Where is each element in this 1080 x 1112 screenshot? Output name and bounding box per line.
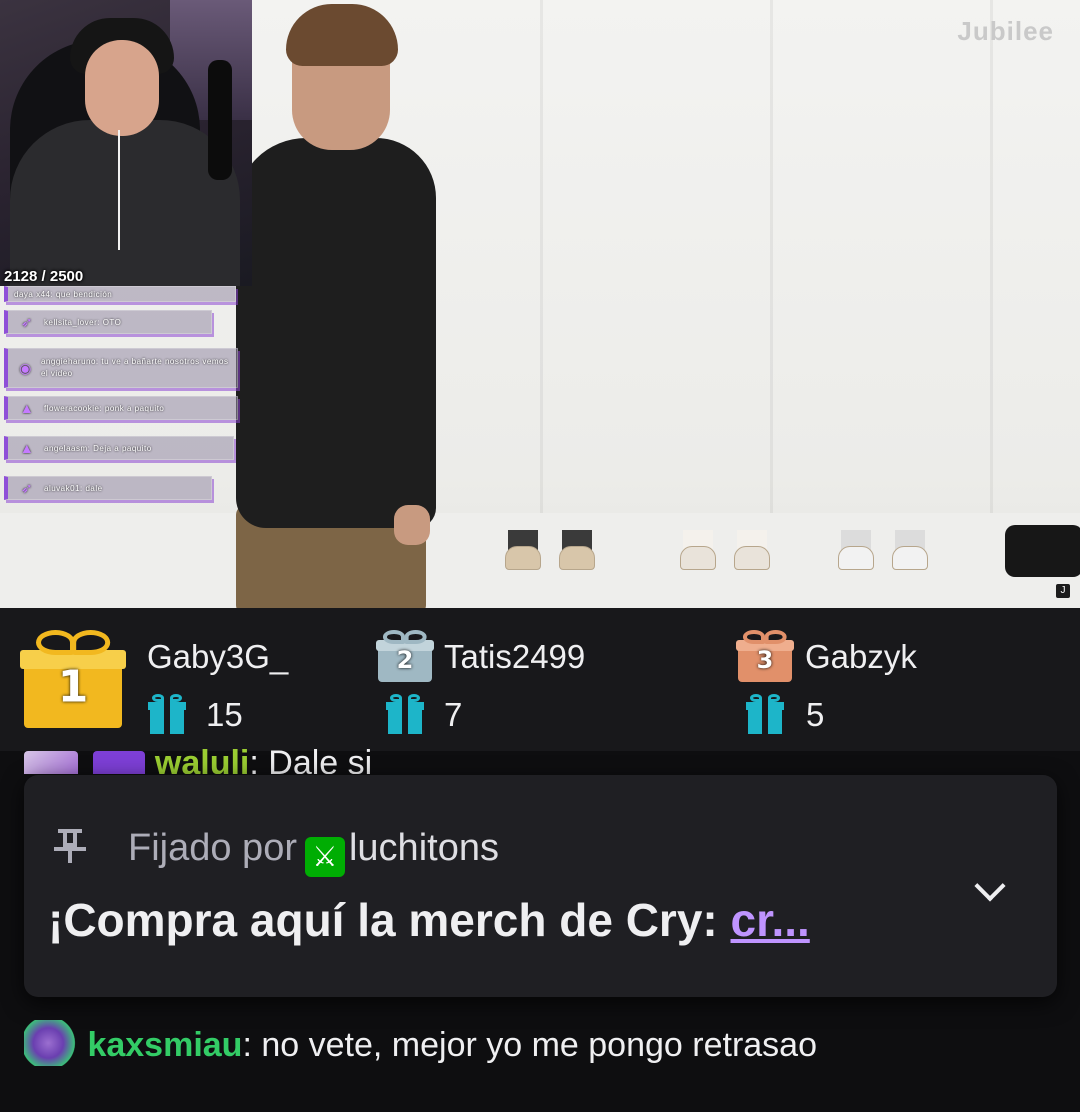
sub-badge-icon <box>93 751 146 774</box>
microphone-icon <box>208 60 232 180</box>
gift-count: 7 <box>444 696 463 733</box>
pin-icon <box>54 827 88 867</box>
rocket-icon: ➶ <box>20 479 34 496</box>
stream-video[interactable]: Jubilee J 2128 / 2500 daya x44: que bend… <box>0 0 1080 608</box>
jubilee-watermark: Jubilee <box>957 16 1054 46</box>
leaderboard-entry-2[interactable]: 2 Tatis2499 7 <box>370 608 730 751</box>
chat-text: Dale si <box>268 744 373 774</box>
pinned-message[interactable]: Fijado por ⚔ luchitons ¡Compra aquí la mer… <box>24 775 1057 997</box>
overlay-chat-message: ➶ kellsita_lover: OTO <box>4 310 212 334</box>
channel-badge-icon: J <box>1056 584 1070 598</box>
gift-leaderboard: 1 Gaby3G_ 15 2 Tatis2499 7 3 Gabzyk 5 <box>0 608 1080 751</box>
gift-sub-icon <box>148 694 186 734</box>
gifter-name[interactable]: Gabzyk <box>805 638 917 676</box>
sub-goal-counter: 2128 / 2500 <box>4 268 84 285</box>
gold-gift-icon: 1 <box>20 630 126 728</box>
gift-count: 15 <box>206 696 243 733</box>
overlay-chat-message: ➶ aluvak01: dale <box>4 476 212 500</box>
moderator-sword-icon: ⚔ <box>304 837 345 877</box>
planet-badge-icon <box>24 1020 78 1066</box>
merch-link[interactable]: cr... <box>731 894 810 946</box>
overlay-chat-message: ◉ anggieharuno: tu ve a bañarte nosotros… <box>4 348 238 388</box>
bits-badge-icon: ▲ <box>19 400 35 416</box>
chat-text: no vete, mejor yo me pongo retrasao <box>261 1026 817 1064</box>
chevron-down-icon[interactable] <box>974 870 1006 902</box>
bits-badge-icon: ▲ <box>19 440 35 456</box>
avatar-icon: ◉ <box>19 359 32 376</box>
overlay-chat-message: daya x44: que bendición <box>4 286 236 302</box>
leaderboard-entry-1[interactable]: 1 Gaby3G_ 15 <box>0 608 370 751</box>
sandbag <box>1005 525 1080 577</box>
gift-sub-icon <box>746 694 784 734</box>
curtain-fold <box>540 0 543 518</box>
leaderboard-entry-3[interactable]: 3 Gabzyk 5 <box>730 608 1080 751</box>
bronze-gift-icon: 3 <box>735 630 795 682</box>
silver-gift-icon: 2 <box>375 630 435 682</box>
chat-message[interactable]: kaxsmiau: no vete, mejor yo me pongo ret… <box>24 1020 817 1066</box>
overlay-chat-message: ▲ angelaasm: Deja a paquito <box>4 436 234 460</box>
chat-username[interactable]: waluli <box>155 744 249 774</box>
curtain-fold <box>770 0 773 518</box>
user-badge-icon <box>24 751 78 774</box>
chat-username[interactable]: kaxsmiau <box>87 1026 242 1064</box>
pinned-by-label: Fijado por ⚔ luchitons <box>128 827 499 877</box>
pinned-message-text: ¡Compra aquí la merch de Cry: cr... <box>48 894 810 946</box>
streamer-webcam: 2128 / 2500 <box>0 0 252 286</box>
gift-count: 5 <box>806 696 825 733</box>
chat-message[interactable]: waluli: Dale si <box>24 744 372 774</box>
pinner-username[interactable]: luchitons <box>349 827 499 869</box>
overlay-chat-message: ▲ floweracookie: ponk a paquito <box>4 396 238 420</box>
gifter-name[interactable]: Tatis2499 <box>444 638 585 676</box>
curtain-fold <box>990 0 993 518</box>
rocket-icon: ➶ <box>20 313 34 330</box>
gift-sub-icon <box>386 694 424 734</box>
gifter-name[interactable]: Gaby3G_ <box>147 638 288 676</box>
